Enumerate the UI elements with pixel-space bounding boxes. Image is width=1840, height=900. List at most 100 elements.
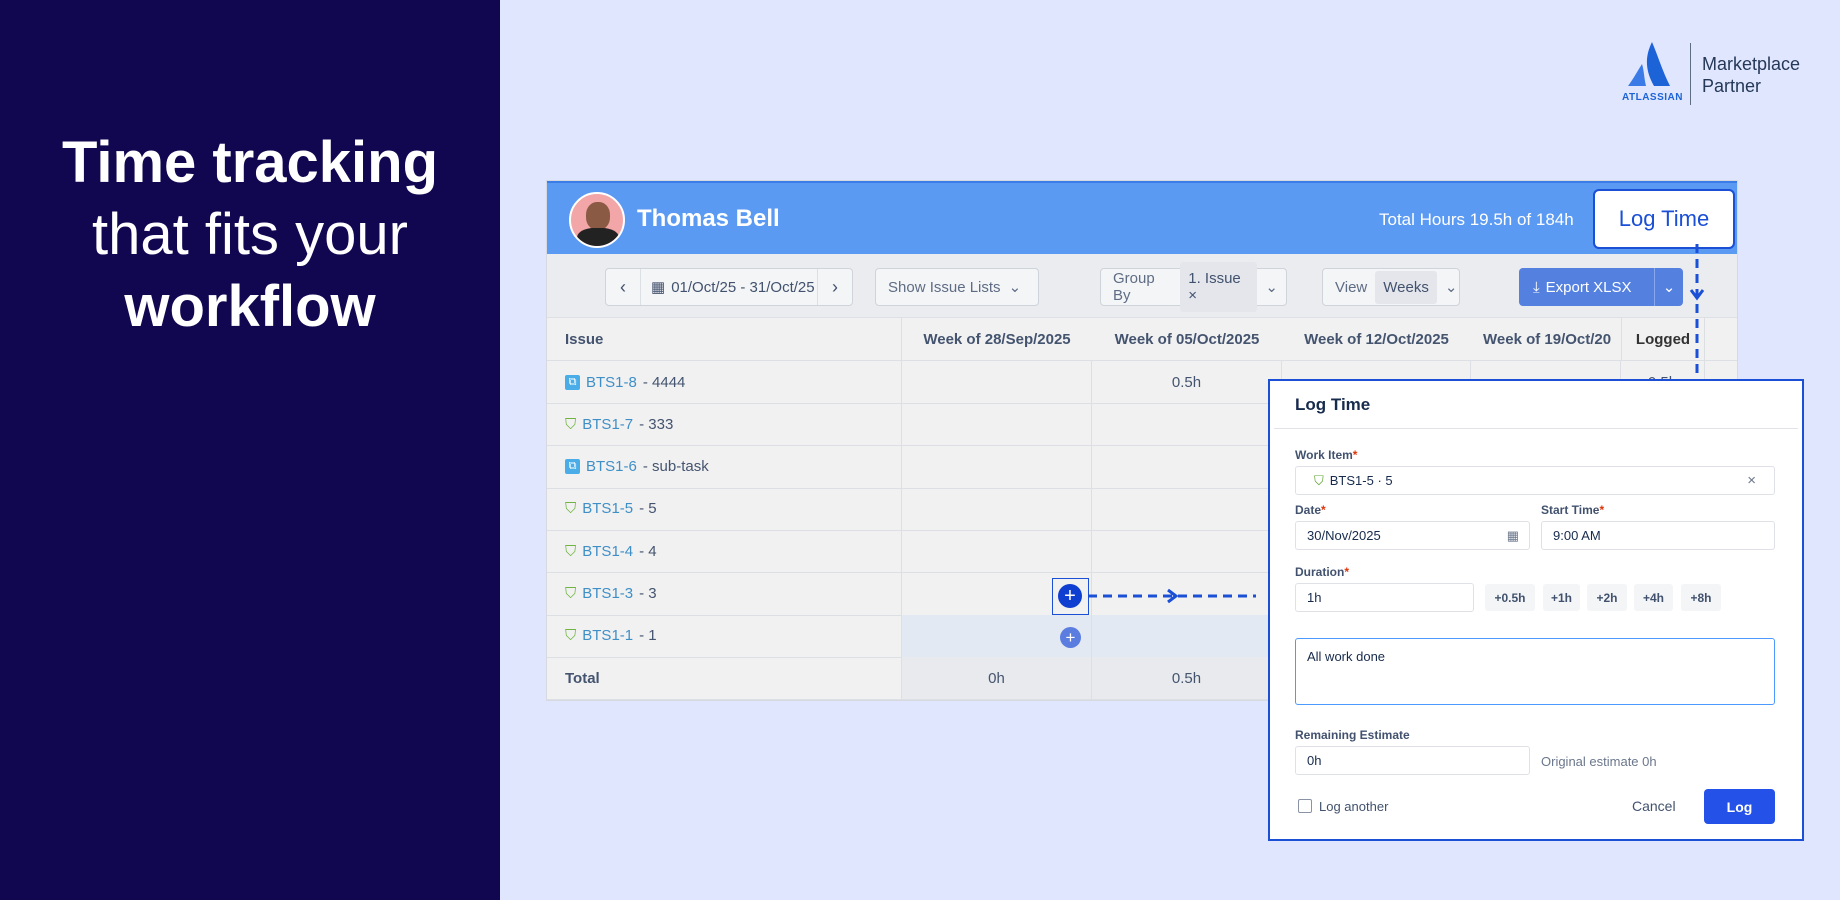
log-another-label[interactable]: Log another	[1319, 799, 1388, 814]
export-xlsx-button[interactable]: ⤓ Export XLSX ⌄	[1519, 268, 1683, 306]
week-cell[interactable]	[902, 446, 1092, 488]
next-period-button[interactable]: ›	[818, 277, 852, 298]
work-item-select[interactable]: ⛉ BTS1-5 · 5 ×	[1295, 466, 1775, 495]
add-4h-button[interactable]: +4h	[1634, 584, 1673, 611]
remaining-estimate-label: Remaining Estimate	[1295, 728, 1410, 742]
add-0.5h-button[interactable]: +0.5h	[1485, 584, 1535, 611]
issue-key-link[interactable]: BTS1-1	[582, 627, 633, 644]
week-cell[interactable]	[1092, 446, 1282, 488]
clear-icon[interactable]: ×	[1747, 472, 1756, 489]
header-issue[interactable]: Issue	[547, 318, 902, 360]
prev-period-button[interactable]: ‹	[606, 277, 640, 298]
week-cell[interactable]	[1092, 615, 1282, 657]
week-cell[interactable]: 0.5h	[1092, 361, 1282, 403]
issue-summary: - 333	[639, 416, 673, 433]
date-input[interactable]: 30/Nov/2025 ▦	[1295, 521, 1530, 550]
avatar	[569, 192, 625, 248]
dashed-arrow-icon	[1088, 586, 1268, 606]
calendar-icon: ▦	[651, 278, 665, 296]
total-label: Total	[565, 670, 600, 687]
hero-line-3: workflow	[0, 272, 500, 342]
add-2h-button[interactable]: +2h	[1587, 584, 1627, 611]
issue-cell: ⧉ BTS1-8 - 4444	[547, 361, 902, 403]
log-time-button[interactable]: Log Time	[1595, 191, 1733, 247]
log-another-checkbox[interactable]	[1298, 799, 1312, 813]
issue-cell: ⛉ BTS1-5 - 5	[547, 488, 902, 530]
duration-input[interactable]: 1h	[1295, 583, 1474, 612]
view-select[interactable]: View Weeks ⌄	[1322, 268, 1460, 306]
show-issue-lists-label: Show Issue Lists	[888, 279, 1001, 296]
story-icon: ⛉	[1314, 473, 1324, 489]
issue-summary: - 4	[639, 543, 657, 560]
remove-icon[interactable]: ×	[1188, 287, 1197, 304]
story-icon: ⛉	[565, 416, 576, 433]
remaining-estimate-input[interactable]: 0h	[1295, 746, 1530, 775]
hero-line-2: that fits your	[0, 200, 500, 270]
work-item-value: BTS1-5 · 5	[1330, 473, 1393, 488]
week-cell[interactable]	[1092, 530, 1282, 572]
table-header: Issue Week of 28/Sep/2025 Week of 05/Oct…	[547, 318, 1738, 361]
week-cell[interactable]	[902, 488, 1092, 530]
work-item-label: Work Item*	[1295, 448, 1357, 462]
issue-key-link[interactable]: BTS1-8	[586, 374, 637, 391]
cancel-button[interactable]: Cancel	[1632, 798, 1676, 814]
issue-summary: - 5	[639, 500, 657, 517]
plus-icon: +	[1064, 586, 1076, 606]
dialog-title: Log Time	[1295, 395, 1370, 415]
subtask-icon: ⧉	[565, 375, 580, 390]
log-time-dialog: Log Time Work Item* ⛉ BTS1-5 · 5 × Date*…	[1268, 379, 1804, 841]
week-cell: 0.5h	[1092, 657, 1282, 699]
start-time-input[interactable]: 9:00 AM	[1541, 521, 1775, 550]
group-by-value: 1. Issue	[1188, 270, 1241, 287]
week-cell[interactable]	[1092, 403, 1282, 445]
issue-key-link[interactable]: BTS1-3	[582, 585, 633, 602]
partner-line-2: Partner	[1702, 76, 1761, 97]
log-button[interactable]: Log	[1704, 789, 1775, 824]
calendar-icon[interactable]: ▦	[1507, 528, 1519, 544]
original-estimate-text: Original estimate 0h	[1541, 754, 1657, 769]
start-time-label: Start Time*	[1541, 503, 1604, 517]
issue-cell: ⛉ BTS1-3 - 3	[547, 573, 902, 615]
issue-summary: - 3	[639, 585, 657, 602]
atlassian-partner-logo: ATLASSIAN Marketplace Partner	[1624, 40, 1824, 110]
date-label: Date*	[1295, 503, 1326, 517]
logo-divider	[1690, 43, 1691, 105]
issue-cell: ⛉ BTS1-1 - 1	[547, 615, 902, 657]
issue-cell: ⧉ BTS1-6 - sub-task	[547, 446, 902, 488]
view-label: View	[1335, 279, 1367, 296]
add-worklog-button[interactable]: +	[1060, 627, 1081, 648]
week-cell: 0h	[902, 657, 1092, 699]
week-cell[interactable]	[1092, 488, 1282, 530]
issue-key-link[interactable]: BTS1-4	[582, 543, 633, 560]
group-by-chip: 1. Issue ×	[1180, 262, 1257, 312]
date-range-picker[interactable]: ▦ 01/Oct/25 - 31/Oct/25	[640, 269, 818, 305]
issue-key-link[interactable]: BTS1-5	[582, 500, 633, 517]
download-icon: ⤓	[1519, 279, 1540, 296]
atlassian-wordmark: ATLASSIAN	[1622, 92, 1683, 103]
header-week: Week of 12/Oct/2025	[1282, 318, 1471, 360]
description-textarea[interactable]: All work done	[1295, 638, 1775, 705]
week-cell[interactable]	[902, 361, 1092, 403]
group-by-label: Group By	[1113, 270, 1172, 304]
user-name: Thomas Bell	[637, 205, 780, 233]
date-value: 30/Nov/2025	[1307, 528, 1381, 543]
header-week: Week of 19/Oct/20	[1471, 318, 1621, 360]
group-by-select[interactable]: Group By 1. Issue × ⌄	[1100, 268, 1287, 306]
show-issue-lists-dropdown[interactable]: Show Issue Lists ⌄	[875, 268, 1039, 306]
chevron-down-icon: ⌄	[1009, 278, 1022, 296]
add-1h-button[interactable]: +1h	[1543, 584, 1580, 611]
divider	[1274, 428, 1798, 429]
issue-key-link[interactable]: BTS1-6	[586, 458, 637, 475]
dashed-arrow-icon	[1688, 244, 1706, 380]
toolbar: ‹ ▦ 01/Oct/25 - 31/Oct/25 › Show Issue L…	[547, 254, 1738, 318]
export-options-chevron-icon[interactable]: ⌄	[1654, 268, 1683, 306]
issue-key-link[interactable]: BTS1-7	[582, 416, 633, 433]
duration-label: Duration*	[1295, 565, 1349, 579]
hero-panel: Time tracking that fits your workflow	[0, 0, 500, 900]
add-worklog-button[interactable]: +	[1058, 584, 1082, 608]
issue-summary: - 1	[639, 627, 657, 644]
week-cell[interactable]	[902, 403, 1092, 445]
date-range-value: 01/Oct/25 - 31/Oct/25	[671, 279, 814, 296]
add-8h-button[interactable]: +8h	[1681, 584, 1721, 611]
week-cell[interactable]	[902, 530, 1092, 572]
